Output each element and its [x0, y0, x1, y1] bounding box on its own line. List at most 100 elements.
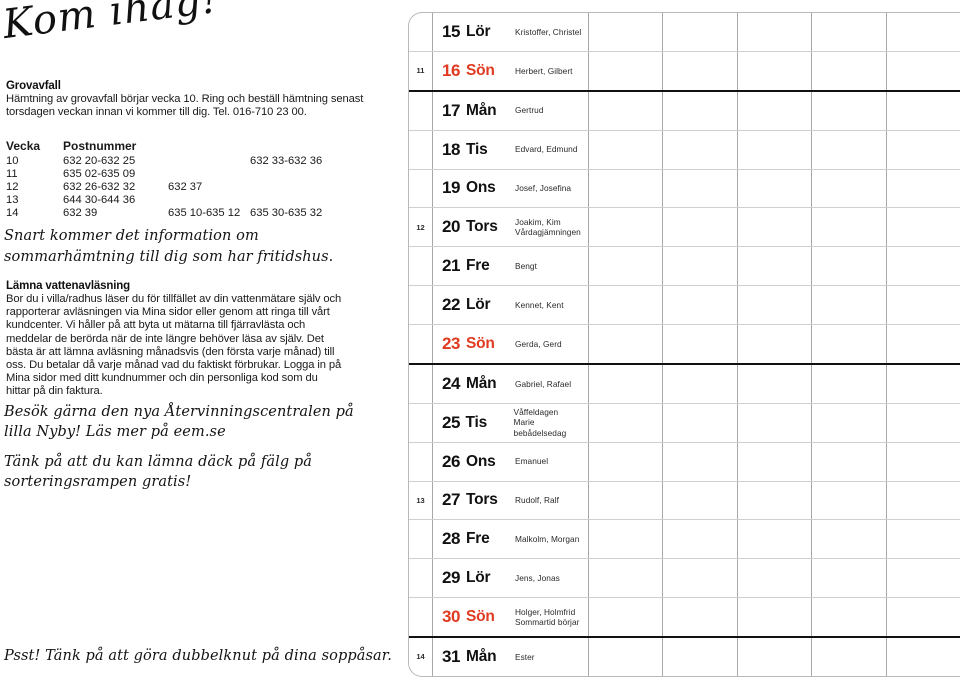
note-cell[interactable]	[589, 286, 664, 324]
note-cell[interactable]	[738, 169, 813, 208]
note-cell[interactable]	[589, 442, 664, 481]
note-cell[interactable]	[738, 247, 813, 286]
note-cell[interactable]	[812, 247, 887, 286]
note-cell[interactable]	[589, 325, 664, 363]
note-cell[interactable]	[589, 51, 664, 90]
note-cell[interactable]	[738, 638, 813, 676]
note-cell[interactable]	[738, 13, 813, 51]
note-cell[interactable]	[812, 559, 887, 598]
note-cell[interactable]	[738, 520, 813, 559]
nameday-line: Bengt	[515, 260, 537, 271]
note-cell[interactable]	[663, 403, 738, 442]
note-cell[interactable]	[663, 247, 738, 286]
nameday-line: Joakim, Kim	[515, 216, 561, 227]
note-cell[interactable]	[738, 91, 813, 130]
nameday-line: Gertrud	[515, 105, 544, 116]
note-cell[interactable]	[663, 442, 738, 481]
note-cell[interactable]	[589, 638, 664, 676]
note-cell[interactable]	[887, 13, 960, 51]
note-cell[interactable]	[589, 598, 664, 636]
note-cell[interactable]	[812, 286, 887, 324]
note-cell[interactable]	[589, 520, 664, 559]
postnummer-cell-a: 635 02-635 09	[63, 167, 136, 180]
note-cell[interactable]	[812, 520, 887, 559]
note-cell[interactable]	[812, 598, 887, 636]
note-cell[interactable]	[589, 91, 664, 130]
note-cell[interactable]	[738, 481, 813, 520]
note-cell[interactable]	[812, 442, 887, 481]
note-cell[interactable]	[663, 208, 738, 247]
note-cell[interactable]	[663, 325, 738, 363]
note-cell[interactable]	[812, 169, 887, 208]
note-cell[interactable]	[589, 559, 664, 598]
note-cell[interactable]	[812, 364, 887, 403]
note-cell[interactable]	[663, 130, 738, 169]
note-cell[interactable]	[663, 364, 738, 403]
note-cell[interactable]	[887, 131, 960, 169]
note-cell[interactable]	[663, 91, 738, 130]
note-cell[interactable]	[738, 403, 813, 442]
note-cell[interactable]	[812, 638, 887, 676]
note-cell[interactable]	[887, 247, 960, 285]
note-cell[interactable]	[812, 481, 887, 520]
note-cell[interactable]	[663, 520, 738, 559]
note-cell[interactable]	[738, 130, 813, 169]
note-cell[interactable]	[812, 325, 887, 363]
note-cell[interactable]	[589, 13, 664, 51]
note-cell[interactable]	[887, 325, 960, 363]
calendar-day-row: 22 Lör Kennet, Kent	[409, 286, 960, 325]
nameday-names: Gerda, Gerd	[511, 339, 562, 350]
note-cell[interactable]	[812, 403, 887, 442]
note-cell[interactable]	[589, 130, 664, 169]
note-cell[interactable]	[887, 52, 960, 90]
note-cell[interactable]	[887, 170, 960, 208]
note-cell[interactable]	[812, 51, 887, 90]
note-cell[interactable]	[887, 559, 960, 597]
note-cell[interactable]	[663, 169, 738, 208]
note-cell[interactable]	[812, 130, 887, 169]
note-cell[interactable]	[887, 92, 960, 130]
note-cell[interactable]	[663, 559, 738, 598]
note-cell[interactable]	[589, 169, 664, 208]
day-label-cell: 30 Sön Holger, Holmfrid Sommartid börjar	[433, 598, 589, 636]
note-cell[interactable]	[738, 51, 813, 90]
note-cell[interactable]	[663, 286, 738, 324]
note-cell[interactable]	[663, 13, 738, 51]
day-number: 18	[442, 139, 460, 159]
column-header-postnummer: Postnummer	[63, 139, 137, 153]
weekday-name: Ons	[466, 452, 496, 470]
postnummer-cell-c	[250, 168, 322, 181]
note-cell[interactable]	[887, 208, 960, 246]
postnummer-cell-b: 632 37	[168, 180, 203, 193]
note-cell[interactable]	[812, 13, 887, 51]
note-cell[interactable]	[812, 91, 887, 130]
note-cell[interactable]	[887, 520, 960, 558]
note-cell[interactable]	[589, 481, 664, 520]
note-cell[interactable]	[812, 208, 887, 247]
note-cell[interactable]	[887, 482, 960, 520]
nameday-line: Vårdagjämningen	[515, 227, 581, 238]
note-cell[interactable]	[887, 286, 960, 324]
note-cell[interactable]	[589, 403, 664, 442]
week-number-cell	[409, 520, 433, 559]
note-cell[interactable]	[589, 364, 664, 403]
note-cell[interactable]	[663, 638, 738, 676]
note-cell[interactable]	[663, 598, 738, 636]
note-cell[interactable]	[738, 442, 813, 481]
note-cell[interactable]	[738, 598, 813, 636]
note-cell[interactable]	[663, 481, 738, 520]
note-cell[interactable]	[663, 51, 738, 90]
note-cell[interactable]	[887, 443, 960, 481]
note-cell[interactable]	[887, 598, 960, 636]
note-cell[interactable]	[589, 208, 664, 247]
note-cell[interactable]	[887, 365, 960, 403]
note-cell[interactable]	[738, 364, 813, 403]
note-cell[interactable]	[887, 638, 960, 676]
note-cell[interactable]	[738, 286, 813, 324]
nameday-names: Bengt	[511, 261, 537, 272]
note-cell[interactable]	[887, 404, 960, 442]
note-cell[interactable]	[738, 208, 813, 247]
note-cell[interactable]	[738, 325, 813, 363]
note-cell[interactable]	[738, 559, 813, 598]
note-cell[interactable]	[589, 247, 664, 286]
